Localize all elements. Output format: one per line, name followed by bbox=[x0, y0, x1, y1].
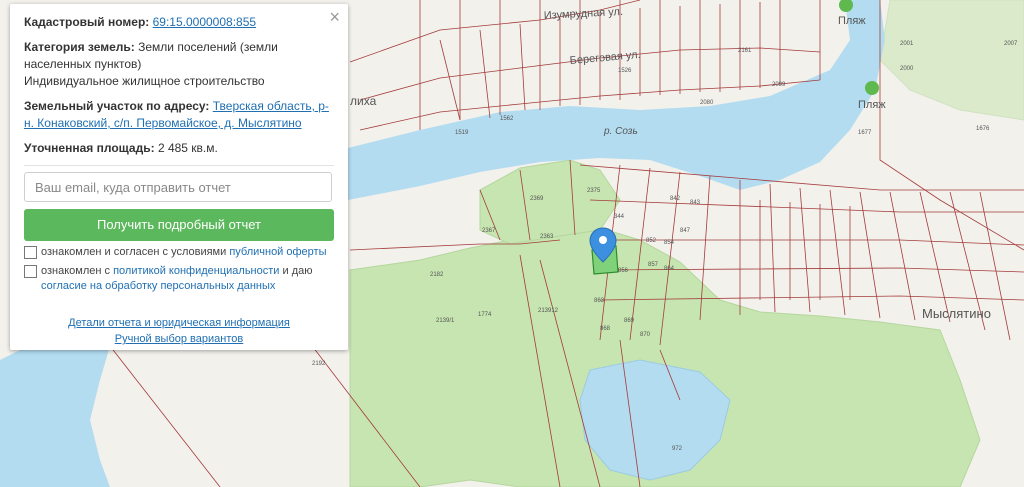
svg-text:854: 854 bbox=[664, 240, 675, 246]
get-report-button[interactable]: Получить подробный отчет bbox=[24, 209, 334, 241]
svg-text:1526: 1526 bbox=[618, 68, 632, 74]
svg-text:2139/1: 2139/1 bbox=[436, 318, 455, 324]
svg-text:869: 869 bbox=[624, 318, 635, 324]
land-use-value: Индивидуальное жилищное строительство bbox=[24, 74, 265, 88]
svg-text:2182: 2182 bbox=[430, 272, 444, 278]
info-panel: × Кадастровый номер: 69:15.0000008:855 К… bbox=[10, 4, 348, 350]
svg-text:864: 864 bbox=[664, 266, 675, 272]
svg-text:213912: 213912 bbox=[538, 308, 559, 314]
svg-text:344: 344 bbox=[614, 214, 625, 220]
consent-privacy-checkbox[interactable]: ознакомлен с политикой конфиденциальност… bbox=[24, 264, 334, 294]
beach-label-2: Пляж bbox=[858, 99, 886, 111]
svg-text:1774: 1774 bbox=[478, 312, 492, 318]
svg-text:843: 843 bbox=[690, 200, 701, 206]
svg-text:1562: 1562 bbox=[500, 116, 514, 122]
divider bbox=[24, 165, 334, 166]
checkbox-icon[interactable] bbox=[24, 265, 37, 278]
manual-selection-link[interactable]: Ручной выбор вариантов bbox=[115, 333, 243, 345]
area-value: 2 485 кв.м. bbox=[157, 141, 218, 155]
consent-offer-checkbox[interactable]: ознакомлен и согласен с условиями публич… bbox=[24, 245, 334, 260]
checkbox-icon[interactable] bbox=[24, 246, 37, 259]
privacy-policy-link[interactable]: политикой конфиденциальности bbox=[113, 265, 279, 277]
land-category-label: Категория земель: bbox=[24, 40, 135, 54]
svg-text:1676: 1676 bbox=[976, 126, 990, 132]
place-label-myslyatino: Мыслятино bbox=[922, 306, 991, 321]
area-row: Уточненная площадь: 2 485 кв.м. bbox=[24, 140, 334, 157]
footer-links: Детали отчета и юридическая информация Р… bbox=[24, 316, 334, 347]
svg-text:2099: 2099 bbox=[772, 82, 786, 88]
consent-privacy-text2: и даю bbox=[279, 265, 313, 277]
public-offer-link[interactable]: публичной оферты bbox=[229, 246, 326, 258]
svg-text:2007: 2007 bbox=[1004, 41, 1018, 47]
svg-text:1677: 1677 bbox=[858, 130, 872, 136]
river-label: р. Созь bbox=[603, 126, 638, 137]
svg-text:847: 847 bbox=[680, 228, 691, 234]
svg-text:2375: 2375 bbox=[587, 188, 601, 194]
cadastral-number-link[interactable]: 69:15.0000008:855 bbox=[153, 15, 256, 29]
land-category-row: Категория земель: Земли поселений (земли… bbox=[24, 39, 334, 90]
svg-text:856: 856 bbox=[618, 268, 629, 274]
consent-privacy-text: ознакомлен с bbox=[41, 265, 114, 277]
svg-text:863: 863 bbox=[594, 298, 605, 304]
svg-text:2367: 2367 bbox=[482, 228, 496, 234]
address-row: Земельный участок по адресу: Тверская об… bbox=[24, 98, 334, 132]
svg-text:972: 972 bbox=[672, 446, 683, 452]
data-processing-link[interactable]: согласие на обработку персональных данны… bbox=[41, 280, 275, 292]
consent-offer-text: ознакомлен и согласен с условиями bbox=[41, 246, 230, 258]
svg-text:842: 842 bbox=[670, 196, 681, 202]
svg-text:2000: 2000 bbox=[900, 66, 914, 72]
svg-text:870: 870 bbox=[640, 332, 651, 338]
area-label: Уточненная площадь: bbox=[24, 141, 155, 155]
address-label: Земельный участок по адресу: bbox=[24, 99, 210, 113]
beach-label-1: Пляж bbox=[838, 15, 866, 27]
email-input[interactable] bbox=[24, 172, 332, 202]
cadastral-number-row: Кадастровый номер: 69:15.0000008:855 bbox=[24, 14, 334, 31]
svg-text:852: 852 bbox=[646, 238, 657, 244]
svg-text:2369: 2369 bbox=[530, 196, 544, 202]
svg-text:2363: 2363 bbox=[540, 234, 554, 240]
svg-text:2001: 2001 bbox=[900, 41, 914, 47]
report-details-link[interactable]: Детали отчета и юридическая информация bbox=[68, 317, 290, 329]
cadastral-number-label: Кадастровый номер: bbox=[24, 15, 150, 29]
close-icon[interactable]: × bbox=[329, 8, 340, 26]
place-label-partial: лиха bbox=[350, 94, 377, 108]
svg-text:1519: 1519 bbox=[455, 130, 469, 136]
svg-text:2080: 2080 bbox=[700, 100, 714, 106]
svg-text:2192: 2192 bbox=[312, 361, 326, 367]
svg-text:857: 857 bbox=[648, 262, 659, 268]
svg-text:868: 868 bbox=[600, 326, 611, 332]
svg-text:2161: 2161 bbox=[738, 48, 752, 54]
